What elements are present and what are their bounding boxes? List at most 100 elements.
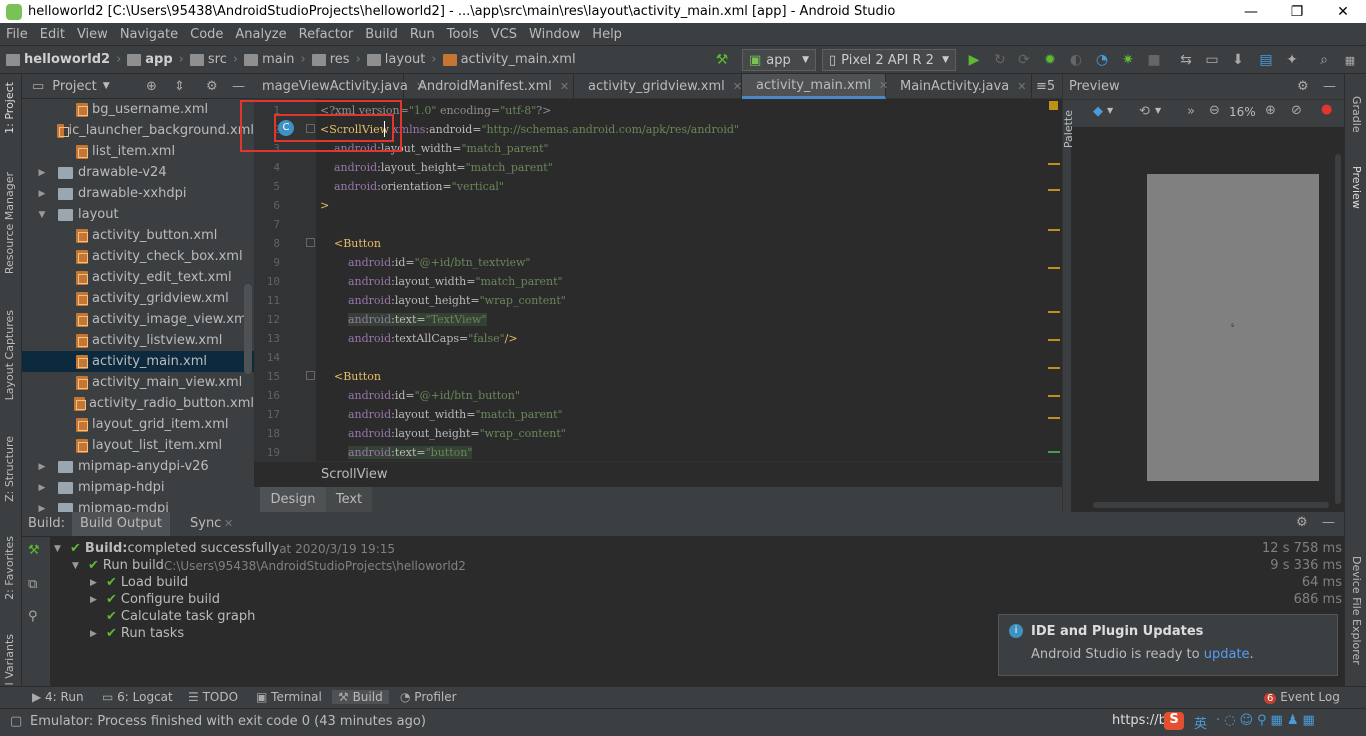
gear-icon[interactable]: ⚙ [1297, 79, 1309, 94]
tree-item[interactable]: ▶ drawable-xxhdpi [22, 183, 254, 204]
device-preview-screen[interactable]: s [1147, 174, 1319, 481]
layers-icon[interactable]: ◆ [1093, 104, 1103, 119]
preview-tab[interactable]: Preview [1350, 166, 1363, 209]
orientation-icon[interactable]: ⟲ [1139, 104, 1150, 119]
expand-arrow-icon[interactable]: ▼ [36, 210, 48, 220]
build-row[interactable]: ▶ ✔ Load build 64 ms [90, 574, 1342, 591]
warning-stripe-mark[interactable] [1048, 163, 1060, 165]
code-line[interactable]: <Button [320, 234, 381, 253]
build-row[interactable]: ▼ ✔ Run build C:\Users\95438\AndroidStudio… [72, 557, 1342, 574]
breadcrumb-item[interactable]: app › [127, 52, 184, 67]
chevron-down-icon[interactable]: ▼ [103, 81, 110, 91]
ime-language[interactable]: 英 [1194, 713, 1207, 732]
menu-item-view[interactable]: View [77, 27, 108, 42]
tree-item[interactable]: ▶ mipmap-hdpi [22, 477, 254, 498]
tree-item[interactable]: ▼ layout [22, 204, 254, 225]
tab-activity-main[interactable]: activity_main.xml ✕ [742, 74, 888, 99]
code-line[interactable]: android:text="button" [320, 443, 473, 461]
error-stripe[interactable] [1046, 99, 1062, 461]
update-notification[interactable]: i IDE and Plugin Updates Android Studio … [998, 614, 1338, 676]
warning-indicator-icon[interactable] [1049, 101, 1058, 110]
build-hammer-icon[interactable]: ⚒ [28, 543, 40, 558]
code-line[interactable]: android:layout_height="wrap_content" [320, 424, 566, 443]
code-line[interactable]: android:layout_height="wrap_content" [320, 291, 566, 310]
resource-manager-tab[interactable]: Resource Manager [3, 172, 16, 274]
hide-panel-icon[interactable]: — [1323, 79, 1336, 94]
tree-scrollbar[interactable] [244, 284, 252, 374]
tree-item[interactable]: activity_check_box.xml [22, 246, 254, 267]
close-icon[interactable]: ✕ [733, 80, 742, 93]
tab-imageviewactivity[interactable]: mageViewActivity.java ✕ [254, 74, 425, 99]
todo-tool-button[interactable]: ☰ TODO [188, 690, 238, 704]
build-variants-tab[interactable]: l Variants [3, 634, 16, 685]
expand-arrow-icon[interactable]: ▶ [36, 504, 48, 513]
search-icon[interactable]: ⌕ [1314, 50, 1334, 70]
warning-stripe-mark[interactable] [1048, 339, 1060, 341]
gear-icon[interactable]: ⚙ [1296, 515, 1308, 530]
warning-stripe-mark[interactable] [1048, 189, 1060, 191]
pin-icon[interactable]: ⚲ [28, 609, 38, 624]
tree-item[interactable]: activity_button.xml [22, 225, 254, 246]
chevron-down-icon[interactable]: ▼ [1107, 106, 1113, 115]
gradle-tab[interactable]: Gradle [1350, 96, 1363, 133]
palette-tab[interactable]: Palette [1062, 110, 1075, 148]
tree-item[interactable]: activity_listview.xml [22, 330, 254, 351]
expand-arrow-icon[interactable]: ▼ [54, 544, 70, 554]
tree-item[interactable]: ▶ drawable-v24 [22, 162, 254, 183]
tree-item[interactable]: layout_list_item.xml [22, 435, 254, 456]
error-icon[interactable]: ● [1321, 102, 1332, 117]
update-link[interactable]: update [1204, 647, 1250, 662]
expand-arrow-icon[interactable]: ▶ [36, 189, 48, 199]
layout-inspector-icon[interactable]: ▤ [1256, 50, 1276, 70]
preview-scrollbar[interactable] [1335, 154, 1341, 504]
run-tool-button[interactable]: ▶ 4: Run [32, 690, 84, 704]
hide-panel-icon[interactable]: — [232, 79, 245, 94]
zoom-out-icon[interactable]: ⊖ [1209, 103, 1220, 118]
logcat-tool-button[interactable]: ▭ 6: Logcat [102, 690, 173, 704]
tab-mainactivity[interactable]: MainActivity.java ✕ [886, 74, 1032, 99]
maximize-button[interactable]: ❐ [1274, 0, 1320, 23]
expand-arrow-icon[interactable]: ▶ [90, 578, 106, 588]
breadcrumb-item[interactable]: activity_main.xml [442, 52, 576, 67]
debug-attach-icon[interactable]: ✷ [1118, 50, 1138, 70]
tree-item[interactable]: activity_edit_text.xml [22, 267, 254, 288]
tab-text[interactable]: Text [326, 487, 372, 512]
fold-icon[interactable] [306, 238, 315, 247]
attach-debugger-icon[interactable]: ◐ [1066, 50, 1086, 70]
build-row[interactable]: ▶ ✔ Configure build 686 ms [90, 591, 1342, 608]
close-icon[interactable]: ✕ [560, 80, 569, 93]
debug-icon[interactable]: ✹ [1040, 50, 1060, 70]
tab-activity-gridview[interactable]: activity_gridview.xml ✕ [574, 74, 742, 99]
code-line[interactable]: android:orientation="vertical" [320, 177, 504, 196]
zoom-in-icon[interactable]: ⊕ [1265, 103, 1276, 118]
sync-gradle-icon[interactable]: ⇆ [1176, 50, 1196, 70]
warning-stripe-mark[interactable] [1048, 417, 1060, 419]
breadcrumb-item[interactable]: layout › [366, 52, 437, 67]
tree-item[interactable]: activity_main_view.xml [22, 372, 254, 393]
menu-item-tools[interactable]: Tools [447, 27, 479, 42]
tab-overflow-button[interactable]: ≡5 [1032, 74, 1062, 99]
close-icon[interactable]: ✕ [224, 517, 233, 530]
tree-item[interactable]: ▶ mipmap-anydpi-v26 [22, 456, 254, 477]
expand-arrow-icon[interactable]: ▶ [36, 168, 48, 178]
build-tool-button[interactable]: ⚒ Build [332, 690, 389, 704]
apply-changes-icon[interactable]: ↻ [990, 50, 1010, 70]
warning-stripe-mark[interactable] [1048, 367, 1060, 369]
menu-item-refactor[interactable]: Refactor [299, 27, 354, 42]
code-line[interactable]: <Button [320, 367, 381, 386]
minimize-button[interactable]: — [1228, 0, 1274, 23]
build-row[interactable]: ▼ ✔ Build: completed successfully at 2020/… [54, 540, 1342, 557]
expand-arrow-icon[interactable]: ▶ [90, 595, 106, 605]
more-icon[interactable]: ▦ [1340, 50, 1360, 70]
preview-hscrollbar[interactable] [1093, 502, 1329, 508]
favorites-tab[interactable]: 2: Favorites [3, 536, 16, 600]
project-tool-tab[interactable]: 1: Project [3, 82, 16, 134]
breadcrumb-item[interactable]: src › [189, 52, 238, 67]
run-config-select[interactable]: ▣ app ▼ [742, 49, 816, 71]
tab-androidmanifest[interactable]: AndroidManifest.xml ✕ [404, 74, 574, 99]
tree-item[interactable]: list_item.xml [22, 141, 254, 162]
tree-item[interactable]: activity_main.xml [22, 351, 254, 372]
breadcrumb-scrollview[interactable]: ScrollView [321, 467, 388, 482]
code-line[interactable]: android:layout_width="match_parent" [320, 405, 563, 424]
apply-code-changes-icon[interactable]: ⟳ [1014, 50, 1034, 70]
